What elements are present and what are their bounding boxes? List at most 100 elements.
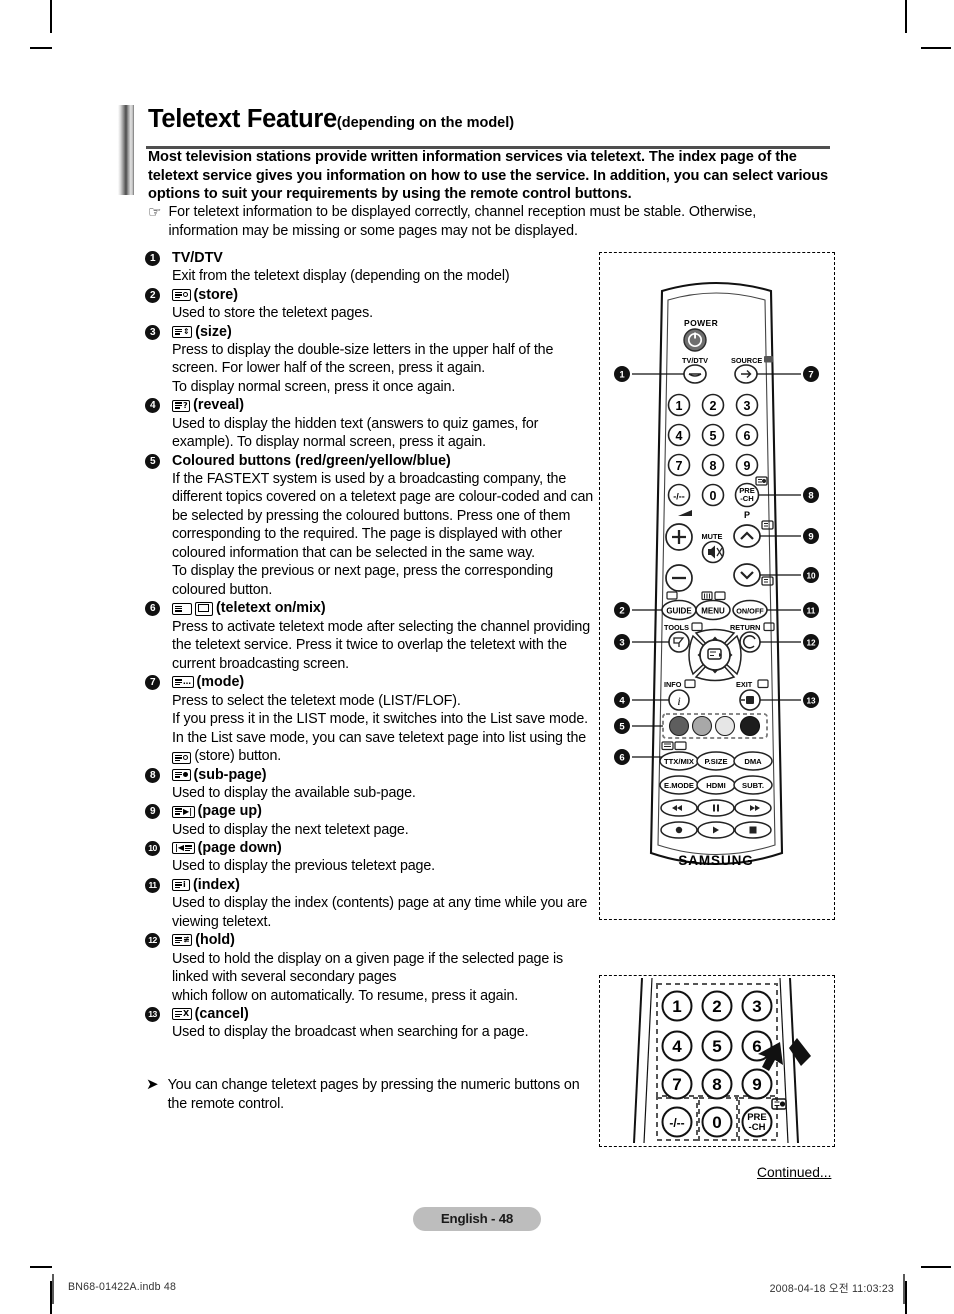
svg-text:4: 4	[619, 696, 625, 707]
svg-text:GUIDE: GUIDE	[666, 607, 692, 616]
svg-text:4: 4	[676, 429, 683, 443]
svg-text:POWER: POWER	[684, 318, 718, 328]
title-accent-bar	[118, 105, 134, 195]
list-item-number: 1	[145, 251, 160, 266]
svg-text:8: 8	[710, 459, 717, 473]
list-item-number: 9	[145, 804, 160, 820]
page-title-sub: (depending on the model)	[336, 115, 515, 131]
crop-mark-top-left-vertical	[50, 0, 52, 33]
list-item-label: (page up)	[197, 803, 262, 820]
crop-mark-top-left-horizontal	[30, 47, 52, 49]
list-item: 3 ⇕ (size) Press to display the double-size…	[145, 323, 597, 397]
list-item-body: (store) Used to store the teletext pages.	[172, 286, 597, 323]
list-item: 4? (reveal) Used to display the hidden tex…	[145, 396, 597, 451]
teletext-page-down-icon: |◀	[172, 842, 195, 855]
list-item-label: (index)	[193, 876, 240, 893]
teletext-index-icon: i	[172, 879, 190, 892]
svg-text:MUTE: MUTE	[702, 532, 723, 541]
svg-text:5: 5	[619, 722, 625, 733]
page-title-block: Teletext Feature(depending on the model)	[118, 105, 830, 195]
svg-text:4: 4	[672, 1037, 682, 1056]
svg-text:E.MODE: E.MODE	[664, 781, 694, 790]
list-item-label: (teletext on/mix)	[216, 600, 326, 617]
list-item-number: 2	[145, 287, 160, 303]
list-item-body: X (cancel) Used to display the broadcast w…	[172, 1005, 597, 1042]
arrow-bullet-icon: ➤	[146, 1076, 159, 1093]
svg-text:0: 0	[712, 1113, 721, 1132]
teletext-mix-icon	[195, 601, 213, 616]
list-item-heading: X (cancel)	[172, 1005, 597, 1023]
svg-text:INFO: INFO	[664, 680, 682, 689]
list-item-heading: ≢ (hold)	[172, 931, 597, 949]
svg-text:5: 5	[712, 1037, 721, 1056]
svg-text:-/--: -/--	[673, 492, 685, 502]
list-item-label: Coloured buttons (red/green/yellow/blue)	[172, 452, 451, 469]
svg-text:-/--: -/--	[669, 1116, 684, 1130]
page-number-badge: English - 48	[413, 1207, 541, 1231]
list-item-description: Used to hold the display on a given page…	[172, 950, 563, 1004]
list-item-label: (sub-page)	[193, 766, 267, 783]
svg-text:TTX/MIX: TTX/MIX	[664, 757, 694, 766]
svg-text:SUBT.: SUBT.	[742, 781, 764, 790]
svg-text:-CH: -CH	[740, 494, 754, 503]
list-item-number: 4	[145, 398, 160, 414]
keypad-detail-illustration: 1 2 3 4 5 6 7 8 9 -/-- 0 PRE -CH	[633, 977, 811, 1144]
list-item-description: Used to display the available sub-page.	[172, 784, 416, 801]
list-item: 6 (teletext on/mix) Press to activate tele…	[145, 599, 597, 673]
list-item-body: i (index) Used to display the index (conte…	[172, 876, 597, 931]
list-item-number: 3	[145, 324, 160, 340]
list-item: 1 TV/DTV Exit from the teletext display (d…	[145, 249, 597, 286]
list-item-description: Press to activate teletext mode after se…	[172, 618, 591, 672]
svg-text:TOOLS: TOOLS	[664, 623, 689, 632]
crop-mark-bottom-right-horizontal	[921, 1266, 951, 1268]
svg-text:2: 2	[619, 606, 624, 617]
svg-text:2: 2	[712, 997, 721, 1016]
svg-text:P.SIZE: P.SIZE	[704, 757, 727, 766]
teletext-on-icon	[172, 602, 192, 615]
list-item-heading: (teletext on/mix)	[172, 599, 597, 617]
list-item-number: 12	[145, 933, 160, 949]
list-item: 8 (sub-page) Used to display the available…	[145, 766, 597, 803]
intro-block: Most television stations provide written…	[148, 148, 830, 204]
list-item-description: Used to display the broadcast when searc…	[172, 1024, 529, 1041]
list-item-description: Exit from the teletext display (dependin…	[172, 268, 510, 285]
remote-control-diagram: POWER TV/DTV SOURCE 1 2 3 4 5 6 7 8 9 -/…	[599, 252, 835, 920]
svg-text:7: 7	[676, 459, 683, 473]
svg-text:3: 3	[752, 997, 761, 1016]
list-item: 12 ≢ (hold) Used to hold the display on a g…	[145, 931, 597, 1005]
teletext-hold-icon: ≢	[172, 934, 193, 947]
teletext-reveal-icon: ?	[172, 399, 191, 412]
list-item-label: TV/DTV	[172, 250, 223, 266]
svg-text:0: 0	[710, 489, 717, 503]
list-item-body: ⇕ (size) Press to display the double-size …	[172, 323, 597, 397]
svg-text:1: 1	[672, 997, 681, 1016]
svg-text:5: 5	[710, 429, 717, 443]
footer-note: ➤ You can change teletext pages by press…	[146, 1076, 598, 1113]
svg-text:1: 1	[619, 370, 625, 381]
crop-mark-bottom-right-vertical	[905, 1281, 907, 1314]
svg-text:13: 13	[806, 697, 816, 706]
manual-page: Teletext Feature(depending on the model)…	[0, 0, 954, 1314]
svg-text:8: 8	[808, 491, 813, 502]
svg-text:10: 10	[806, 572, 816, 581]
list-item-heading: i (index)	[172, 876, 597, 894]
list-item-heading: (store)	[172, 286, 597, 304]
svg-text:7: 7	[672, 1075, 681, 1094]
footer-note-text: You can change teletext pages by pressin…	[167, 1077, 580, 1112]
list-item-heading: ▶| (page up)	[172, 802, 597, 820]
crop-mark-top-right-horizontal	[921, 47, 951, 49]
svg-text:i: i	[677, 694, 680, 708]
svg-text:9: 9	[744, 459, 751, 473]
intro-paragraph: Most television stations provide written…	[148, 149, 829, 203]
svg-text:8: 8	[712, 1075, 721, 1094]
svg-text:7: 7	[808, 370, 813, 381]
list-item-description: Used to display the hidden text (answers…	[172, 415, 539, 451]
svg-text:9: 9	[752, 1075, 761, 1094]
list-item-body: TV/DTV Exit from the teletext display (de…	[172, 249, 597, 286]
svg-text:EXIT: EXIT	[736, 680, 753, 689]
teletext-cancel-icon: X	[172, 1008, 192, 1021]
crop-mark-top-right-vertical	[905, 0, 907, 33]
footer-file-reference: BN68-01422A.indb 48	[68, 1281, 177, 1293]
list-item-label: (reveal)	[193, 397, 245, 414]
footer-rule-right	[903, 1274, 905, 1304]
